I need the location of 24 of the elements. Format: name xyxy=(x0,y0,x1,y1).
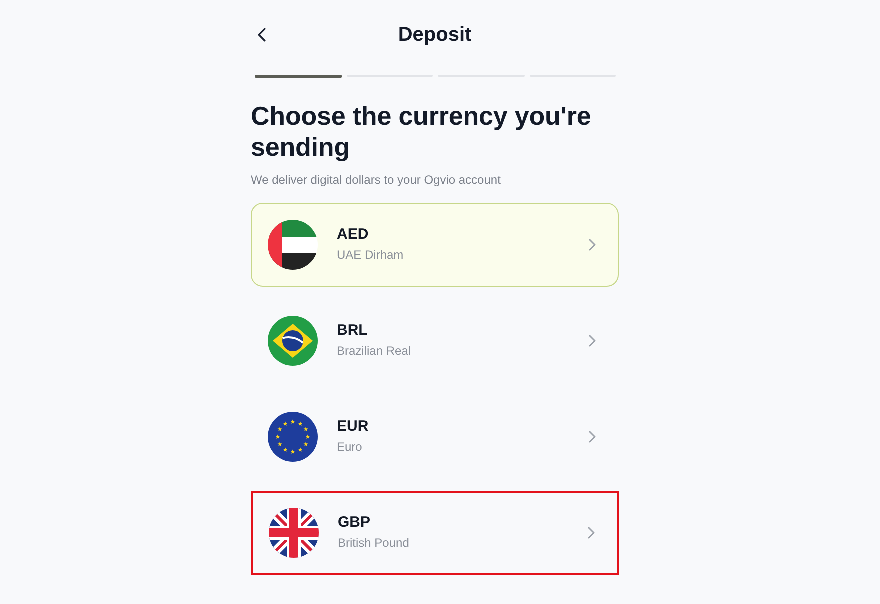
currency-name: Euro xyxy=(337,440,364,455)
currency-code: AED xyxy=(337,226,370,244)
uae-flag-icon xyxy=(268,220,318,270)
chevron-right-icon xyxy=(589,430,596,442)
currency-option[interactable]: GBP British Pound xyxy=(251,490,619,574)
currency-name: UAE Dirham xyxy=(337,248,404,263)
page-title: Deposit xyxy=(397,23,473,48)
currency-option[interactable]: EUR Euro xyxy=(251,394,619,478)
page-subtitle: We deliver digital dollars to your Ogvio account xyxy=(251,172,502,188)
currency-name: British Pound xyxy=(338,536,410,551)
currency-option[interactable]: BRL Brazilian Real xyxy=(251,298,619,382)
back-icon[interactable] xyxy=(258,28,266,42)
eu-flag-icon xyxy=(268,412,318,462)
chevron-right-icon xyxy=(589,238,596,250)
uk-flag-icon xyxy=(269,508,319,558)
currency-code: BRL xyxy=(337,322,369,340)
chevron-right-icon xyxy=(588,526,595,538)
brazil-flag-icon xyxy=(268,316,318,366)
currency-name: Brazilian Real xyxy=(337,344,412,359)
currency-option[interactable]: AED UAE Dirham xyxy=(251,202,619,286)
currency-code: GBP xyxy=(338,514,372,532)
page-heading: Choose the currency you're sending xyxy=(251,100,592,162)
chevron-right-icon xyxy=(589,334,596,346)
currency-code: EUR xyxy=(337,418,369,436)
